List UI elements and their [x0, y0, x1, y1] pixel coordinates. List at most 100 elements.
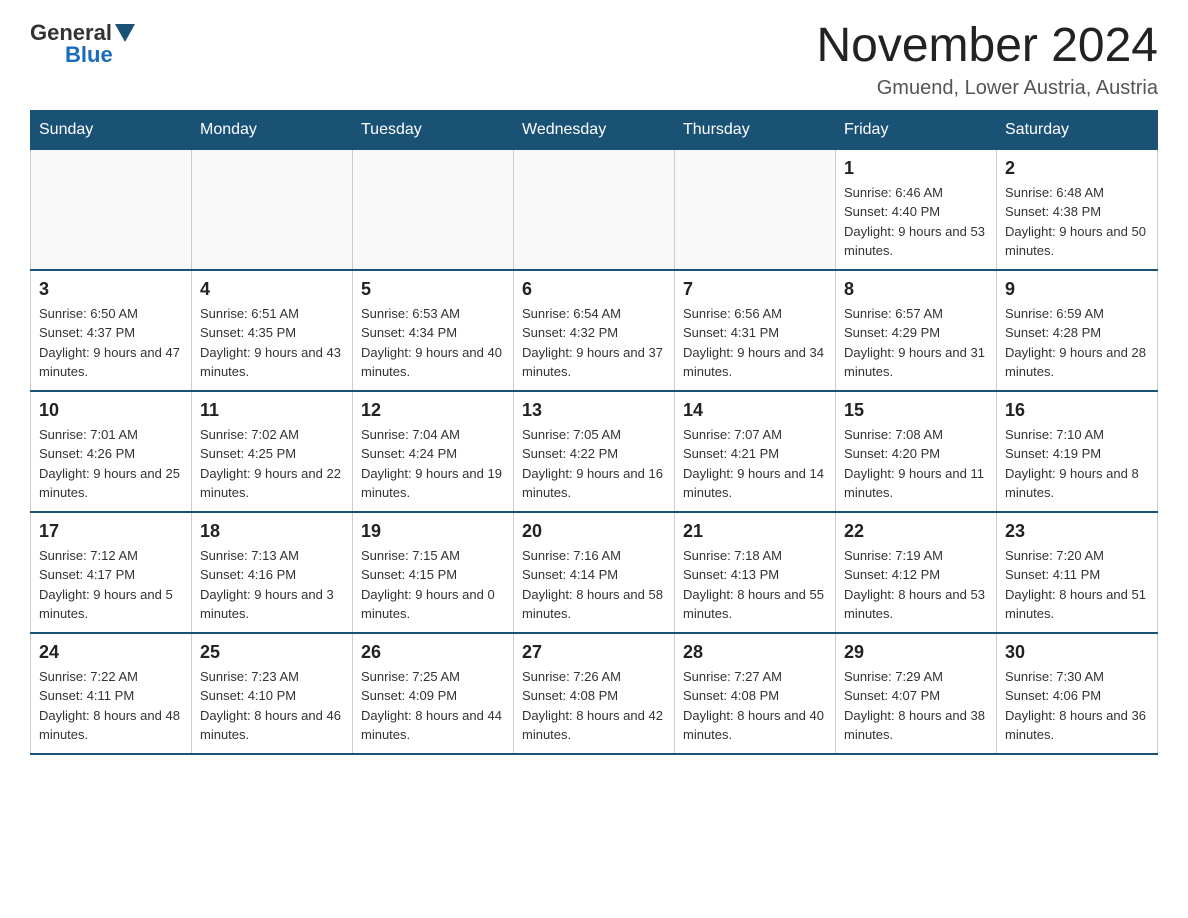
calendar-cell: 13 Sunrise: 7:05 AM Sunset: 4:22 PM Dayli…: [514, 391, 675, 512]
day-info: Sunrise: 7:20 AM Sunset: 4:11 PM Dayligh…: [1005, 546, 1149, 624]
calendar-cell: 29 Sunrise: 7:29 AM Sunset: 4:07 PM Dayli…: [836, 633, 997, 754]
calendar-cell: 10 Sunrise: 7:01 AM Sunset: 4:26 PM Dayli…: [31, 391, 192, 512]
day-info: Sunrise: 6:53 AM Sunset: 4:34 PM Dayligh…: [361, 304, 505, 382]
calendar-cell: 1Sunrise: 6:46 AM Sunset: 4:40 PM Daylig…: [836, 149, 997, 270]
title-block: November 2024 Gmuend, Lower Austria, Aus…: [816, 20, 1158, 100]
calendar-cell: 12 Sunrise: 7:04 AM Sunset: 4:24 PM Dayli…: [353, 391, 514, 512]
day-number: 22: [844, 521, 988, 542]
day-number: 25: [200, 642, 344, 663]
calendar-cell: 9 Sunrise: 6:59 AM Sunset: 4:28 PM Daylig…: [997, 270, 1158, 391]
location-title: Gmuend, Lower Austria, Austria: [816, 77, 1158, 100]
calendar-cell: 2 Sunrise: 6:48 AM Sunset: 4:38 PM Daylig…: [997, 149, 1158, 270]
calendar-cell: 27Sunrise: 7:26 AM Sunset: 4:08 PM Dayli…: [514, 633, 675, 754]
day-info: Sunrise: 7:19 AM Sunset: 4:12 PM Dayligh…: [844, 546, 988, 624]
calendar-body: 1Sunrise: 6:46 AM Sunset: 4:40 PM Daylig…: [31, 149, 1158, 754]
calendar-cell: 5 Sunrise: 6:53 AM Sunset: 4:34 PM Daylig…: [353, 270, 514, 391]
day-number: 20: [522, 521, 666, 542]
calendar-cell: 21 Sunrise: 7:18 AM Sunset: 4:13 PM Dayli…: [675, 512, 836, 633]
calendar-cell: 23 Sunrise: 7:20 AM Sunset: 4:11 PM Dayli…: [997, 512, 1158, 633]
day-number: 9: [1005, 279, 1149, 300]
calendar-table: SundayMondayTuesdayWednesdayThursdayFrid…: [30, 110, 1158, 755]
calendar-cell: 20Sunrise: 7:16 AM Sunset: 4:14 PM Dayli…: [514, 512, 675, 633]
calendar-cell: [514, 149, 675, 270]
calendar-cell: 3 Sunrise: 6:50 AM Sunset: 4:37 PM Daylig…: [31, 270, 192, 391]
logo: General Blue: [30, 20, 136, 68]
day-info: Sunrise: 7:18 AM Sunset: 4:13 PM Dayligh…: [683, 546, 827, 624]
calendar-cell: 11 Sunrise: 7:02 AM Sunset: 4:25 PM Dayli…: [192, 391, 353, 512]
day-number: 5: [361, 279, 505, 300]
logo-triangle-icon: [115, 24, 135, 42]
weekday-header-saturday: Saturday: [997, 110, 1158, 149]
day-number: 2: [1005, 158, 1149, 179]
day-info: Sunrise: 6:56 AM Sunset: 4:31 PM Dayligh…: [683, 304, 827, 382]
calendar-week-3: 10 Sunrise: 7:01 AM Sunset: 4:26 PM Dayli…: [31, 391, 1158, 512]
calendar-week-1: 1Sunrise: 6:46 AM Sunset: 4:40 PM Daylig…: [31, 149, 1158, 270]
day-number: 17: [39, 521, 183, 542]
calendar-cell: 24Sunrise: 7:22 AM Sunset: 4:11 PM Dayli…: [31, 633, 192, 754]
day-info: Sunrise: 7:05 AM Sunset: 4:22 PM Dayligh…: [522, 425, 666, 503]
day-info: Sunrise: 7:04 AM Sunset: 4:24 PM Dayligh…: [361, 425, 505, 503]
day-number: 16: [1005, 400, 1149, 421]
weekday-header-tuesday: Tuesday: [353, 110, 514, 149]
calendar-cell: 19Sunrise: 7:15 AM Sunset: 4:15 PM Dayli…: [353, 512, 514, 633]
day-number: 12: [361, 400, 505, 421]
day-number: 23: [1005, 521, 1149, 542]
day-info: Sunrise: 6:57 AM Sunset: 4:29 PM Dayligh…: [844, 304, 988, 382]
day-info: Sunrise: 7:26 AM Sunset: 4:08 PM Dayligh…: [522, 667, 666, 745]
day-info: Sunrise: 7:01 AM Sunset: 4:26 PM Dayligh…: [39, 425, 183, 503]
day-number: 13: [522, 400, 666, 421]
calendar-cell: 30 Sunrise: 7:30 AM Sunset: 4:06 PM Dayli…: [997, 633, 1158, 754]
calendar-cell: 28Sunrise: 7:27 AM Sunset: 4:08 PM Dayli…: [675, 633, 836, 754]
day-number: 21: [683, 521, 827, 542]
day-info: Sunrise: 7:25 AM Sunset: 4:09 PM Dayligh…: [361, 667, 505, 745]
day-info: Sunrise: 7:15 AM Sunset: 4:15 PM Dayligh…: [361, 546, 505, 624]
day-number: 10: [39, 400, 183, 421]
day-number: 3: [39, 279, 183, 300]
day-number: 26: [361, 642, 505, 663]
calendar-cell: 22 Sunrise: 7:19 AM Sunset: 4:12 PM Dayli…: [836, 512, 997, 633]
day-number: 6: [522, 279, 666, 300]
page-header: General Blue November 2024 Gmuend, Lower…: [30, 20, 1158, 100]
calendar-cell: 25 Sunrise: 7:23 AM Sunset: 4:10 PM Dayli…: [192, 633, 353, 754]
day-info: Sunrise: 7:13 AM Sunset: 4:16 PM Dayligh…: [200, 546, 344, 624]
calendar-cell: [675, 149, 836, 270]
day-info: Sunrise: 7:22 AM Sunset: 4:11 PM Dayligh…: [39, 667, 183, 745]
day-info: Sunrise: 7:12 AM Sunset: 4:17 PM Dayligh…: [39, 546, 183, 624]
calendar-cell: [192, 149, 353, 270]
calendar-cell: [353, 149, 514, 270]
month-title: November 2024: [816, 20, 1158, 73]
weekday-header-sunday: Sunday: [31, 110, 192, 149]
day-info: Sunrise: 6:54 AM Sunset: 4:32 PM Dayligh…: [522, 304, 666, 382]
day-info: Sunrise: 6:59 AM Sunset: 4:28 PM Dayligh…: [1005, 304, 1149, 382]
day-info: Sunrise: 7:29 AM Sunset: 4:07 PM Dayligh…: [844, 667, 988, 745]
logo-blue-part: [112, 24, 136, 42]
weekday-header-friday: Friday: [836, 110, 997, 149]
calendar-cell: 6 Sunrise: 6:54 AM Sunset: 4:32 PM Daylig…: [514, 270, 675, 391]
day-number: 7: [683, 279, 827, 300]
calendar-cell: 4Sunrise: 6:51 AM Sunset: 4:35 PM Daylig…: [192, 270, 353, 391]
day-info: Sunrise: 7:30 AM Sunset: 4:06 PM Dayligh…: [1005, 667, 1149, 745]
day-number: 29: [844, 642, 988, 663]
logo-blue-text: Blue: [65, 42, 113, 68]
day-info: Sunrise: 6:48 AM Sunset: 4:38 PM Dayligh…: [1005, 183, 1149, 261]
weekday-header-wednesday: Wednesday: [514, 110, 675, 149]
calendar-week-4: 17 Sunrise: 7:12 AM Sunset: 4:17 PM Dayli…: [31, 512, 1158, 633]
day-info: Sunrise: 7:27 AM Sunset: 4:08 PM Dayligh…: [683, 667, 827, 745]
calendar-cell: 16Sunrise: 7:10 AM Sunset: 4:19 PM Dayli…: [997, 391, 1158, 512]
calendar-header: SundayMondayTuesdayWednesdayThursdayFrid…: [31, 110, 1158, 149]
day-number: 30: [1005, 642, 1149, 663]
day-info: Sunrise: 7:23 AM Sunset: 4:10 PM Dayligh…: [200, 667, 344, 745]
weekday-header-monday: Monday: [192, 110, 353, 149]
calendar-cell: 17 Sunrise: 7:12 AM Sunset: 4:17 PM Dayli…: [31, 512, 192, 633]
day-info: Sunrise: 7:07 AM Sunset: 4:21 PM Dayligh…: [683, 425, 827, 503]
calendar-cell: [31, 149, 192, 270]
weekday-header-thursday: Thursday: [675, 110, 836, 149]
calendar-cell: 8Sunrise: 6:57 AM Sunset: 4:29 PM Daylig…: [836, 270, 997, 391]
day-number: 11: [200, 400, 344, 421]
calendar-week-5: 24Sunrise: 7:22 AM Sunset: 4:11 PM Dayli…: [31, 633, 1158, 754]
day-info: Sunrise: 6:50 AM Sunset: 4:37 PM Dayligh…: [39, 304, 183, 382]
day-info: Sunrise: 7:02 AM Sunset: 4:25 PM Dayligh…: [200, 425, 344, 503]
day-info: Sunrise: 6:46 AM Sunset: 4:40 PM Dayligh…: [844, 183, 988, 261]
calendar-cell: 14Sunrise: 7:07 AM Sunset: 4:21 PM Dayli…: [675, 391, 836, 512]
calendar-cell: 18Sunrise: 7:13 AM Sunset: 4:16 PM Dayli…: [192, 512, 353, 633]
